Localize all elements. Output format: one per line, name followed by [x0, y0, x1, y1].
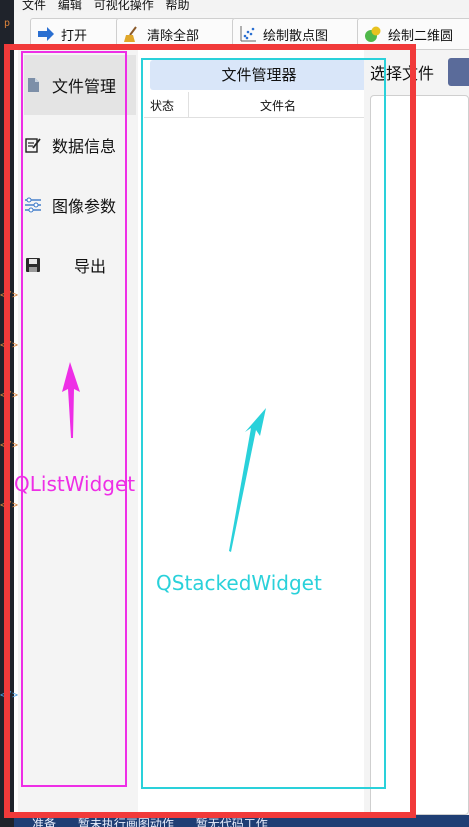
stacked-widget-annotation-label: QStackedWidget	[156, 571, 322, 595]
list-widget-arrow	[62, 362, 80, 438]
list-widget-annotation-label: QListWidget	[14, 472, 136, 496]
annotation-arrows	[62, 362, 266, 552]
stacked-widget-arrow	[229, 408, 266, 552]
